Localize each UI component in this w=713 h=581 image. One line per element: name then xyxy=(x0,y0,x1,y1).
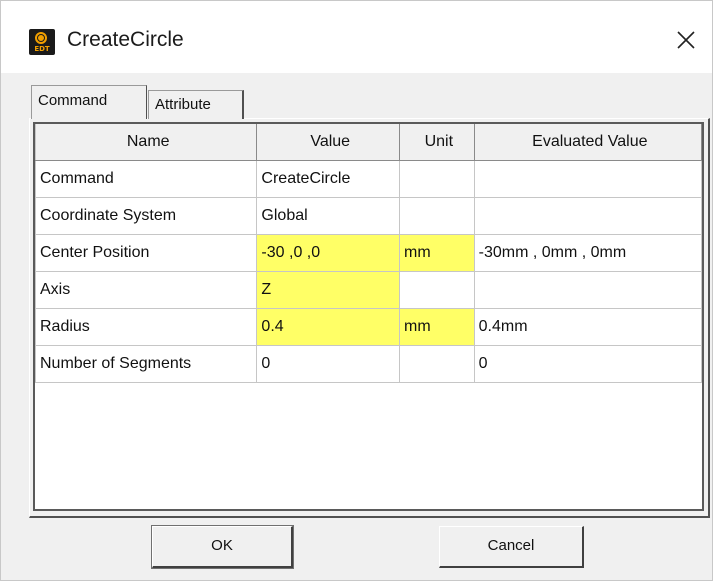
close-button[interactable] xyxy=(669,23,703,57)
cancel-button[interactable]: Cancel xyxy=(439,526,584,568)
table-row[interactable]: Command CreateCircle xyxy=(35,159,702,198)
row-unit-cell[interactable] xyxy=(398,196,475,235)
row-value-cell[interactable]: CreateCircle xyxy=(256,159,400,198)
property-grid: Name Value Unit Evaluated Value Command … xyxy=(33,122,704,511)
row-name-cell: Command xyxy=(35,159,258,198)
row-unit-cell[interactable]: mm xyxy=(398,233,475,272)
tab-attribute[interactable]: Attribute xyxy=(148,90,244,119)
row-name-cell: Coordinate System xyxy=(35,196,258,235)
table-row[interactable]: Center Position -30 ,0 ,0 mm -30mm , 0mm… xyxy=(35,233,702,272)
row-evaluated-cell: -30mm , 0mm , 0mm xyxy=(473,233,702,272)
row-value-cell[interactable]: 0 xyxy=(256,344,400,383)
title-bar: EDT CreateCircle xyxy=(1,1,712,73)
ok-button[interactable]: OK xyxy=(151,525,294,569)
row-evaluated-cell: 0 xyxy=(473,344,702,383)
row-value-cell[interactable]: Z xyxy=(256,270,400,309)
close-icon xyxy=(677,31,695,49)
table-row[interactable]: Number of Segments 0 0 xyxy=(35,344,702,383)
table-row[interactable]: Axis Z xyxy=(35,270,702,309)
row-evaluated-cell: 0.4mm xyxy=(473,307,702,346)
row-unit-cell[interactable]: mm xyxy=(398,307,475,346)
table-row[interactable]: Radius 0.4 mm 0.4mm xyxy=(35,307,702,346)
row-value-cell[interactable]: 0.4 xyxy=(256,307,400,346)
table-row[interactable]: Coordinate System Global xyxy=(35,196,702,235)
create-circle-dialog: EDT CreateCircle Command Attribute Name … xyxy=(0,0,713,581)
window-title: CreateCircle xyxy=(67,28,184,51)
row-evaluated-cell xyxy=(473,159,702,198)
grid-header-row: Name Value Unit Evaluated Value xyxy=(35,124,702,161)
row-evaluated-cell xyxy=(473,270,702,309)
row-unit-cell[interactable] xyxy=(398,159,475,198)
column-header-name[interactable]: Name xyxy=(35,124,258,161)
tab-command[interactable]: Command xyxy=(31,85,147,119)
row-name-cell: Center Position xyxy=(35,233,258,272)
row-unit-cell[interactable] xyxy=(398,344,475,383)
row-name-cell: Axis xyxy=(35,270,258,309)
row-unit-cell[interactable] xyxy=(398,270,475,309)
column-header-unit[interactable]: Unit xyxy=(398,124,475,161)
column-header-value[interactable]: Value xyxy=(256,124,400,161)
row-evaluated-cell xyxy=(473,196,702,235)
row-name-cell: Number of Segments xyxy=(35,344,258,383)
row-value-cell[interactable]: Global xyxy=(256,196,400,235)
row-name-cell: Radius xyxy=(35,307,258,346)
row-value-cell[interactable]: -30 ,0 ,0 xyxy=(256,233,400,272)
app-logo-icon: EDT xyxy=(29,29,55,55)
column-header-evaluated-value[interactable]: Evaluated Value xyxy=(473,124,702,161)
